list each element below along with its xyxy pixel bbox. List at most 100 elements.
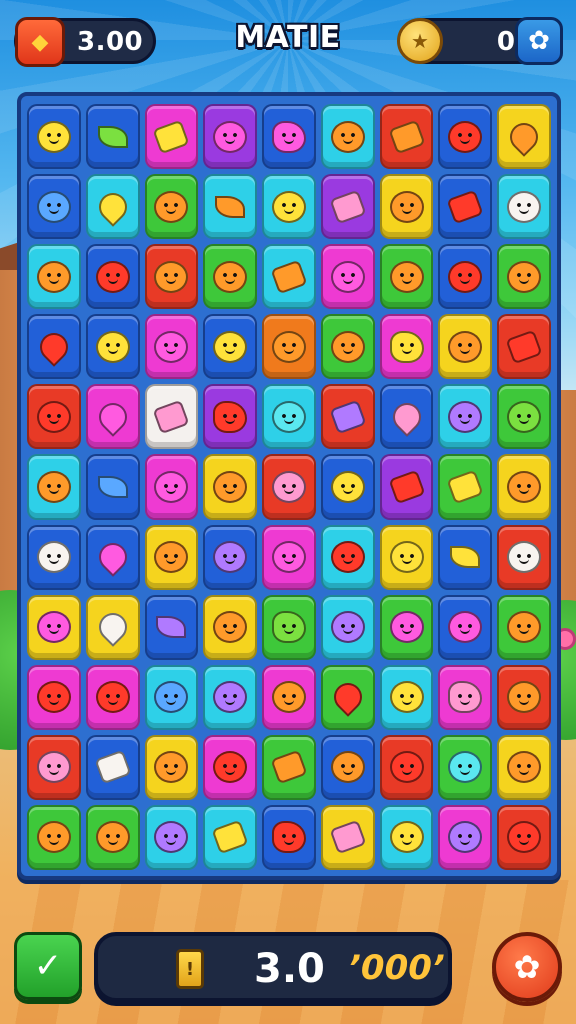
- board-tile[interactable]: [438, 594, 493, 660]
- board-tile[interactable]: [497, 384, 551, 450]
- board-tile[interactable]: [379, 244, 434, 310]
- board-tile[interactable]: [85, 244, 140, 310]
- board-tile[interactable]: [320, 314, 375, 380]
- board-tile[interactable]: [438, 174, 493, 240]
- board-tile[interactable]: [497, 524, 551, 590]
- board-tile[interactable]: [27, 244, 81, 310]
- board-tile[interactable]: [438, 804, 493, 870]
- board-tile[interactable]: [262, 804, 316, 870]
- board-tile[interactable]: [320, 384, 375, 450]
- board-tile[interactable]: [497, 664, 551, 730]
- board-tile[interactable]: [85, 314, 140, 380]
- board-tile[interactable]: [144, 804, 199, 870]
- board-tile[interactable]: [497, 314, 551, 380]
- board-tile[interactable]: [262, 104, 316, 170]
- board-tile[interactable]: [320, 524, 375, 590]
- board-tile[interactable]: [262, 244, 316, 310]
- board-tile[interactable]: [497, 104, 551, 170]
- board-tile[interactable]: [379, 384, 434, 450]
- board-tile[interactable]: [203, 804, 258, 870]
- board-tile[interactable]: [203, 454, 258, 520]
- board-tile[interactable]: [262, 664, 316, 730]
- board-tile[interactable]: [27, 174, 81, 240]
- board-tile[interactable]: [85, 174, 140, 240]
- board-tile[interactable]: [379, 664, 434, 730]
- board-tile[interactable]: [262, 174, 316, 240]
- board-tile[interactable]: [144, 104, 199, 170]
- board-tile[interactable]: [203, 104, 258, 170]
- board-tile[interactable]: [203, 594, 258, 660]
- board-tile[interactable]: [262, 454, 316, 520]
- board-tile[interactable]: [438, 104, 493, 170]
- board-tile[interactable]: [497, 594, 551, 660]
- board-tile[interactable]: [27, 664, 81, 730]
- hammer-button[interactable]: ✓: [14, 932, 82, 1000]
- board-tile[interactable]: [320, 174, 375, 240]
- board-tile[interactable]: [27, 804, 81, 870]
- board-tile[interactable]: [144, 174, 199, 240]
- board-tile[interactable]: [497, 244, 551, 310]
- menu-button[interactable]: ✿: [492, 932, 562, 1002]
- board-tile[interactable]: [144, 384, 199, 450]
- board-tile[interactable]: [438, 734, 493, 800]
- board-tile[interactable]: [203, 244, 258, 310]
- board-tile[interactable]: [144, 734, 199, 800]
- board-tile[interactable]: [379, 734, 434, 800]
- board-tile[interactable]: [144, 454, 199, 520]
- board-tile[interactable]: [27, 104, 81, 170]
- board-tile[interactable]: [320, 664, 375, 730]
- board-tile[interactable]: [144, 524, 199, 590]
- board-tile[interactable]: [379, 594, 434, 660]
- board-tile[interactable]: [438, 454, 493, 520]
- board-tile[interactable]: [144, 664, 199, 730]
- board-tile[interactable]: [379, 104, 434, 170]
- board-tile[interactable]: [379, 454, 434, 520]
- board-tile[interactable]: [379, 524, 434, 590]
- board-tile[interactable]: [262, 314, 316, 380]
- board-tile[interactable]: [203, 734, 258, 800]
- board-tile[interactable]: [27, 524, 81, 590]
- board-tile[interactable]: [85, 734, 140, 800]
- board-tile[interactable]: [320, 734, 375, 800]
- board-tile[interactable]: [320, 244, 375, 310]
- board-tile[interactable]: [27, 384, 81, 450]
- board-tile[interactable]: [320, 104, 375, 170]
- board-tile[interactable]: [497, 804, 551, 870]
- board-tile[interactable]: [497, 454, 551, 520]
- board-tile[interactable]: [438, 384, 493, 450]
- board-tile[interactable]: [320, 454, 375, 520]
- board-tile[interactable]: [27, 454, 81, 520]
- board-tile[interactable]: [497, 174, 551, 240]
- board-tile[interactable]: [203, 314, 258, 380]
- board-tile[interactable]: [262, 524, 316, 590]
- board-tile[interactable]: [438, 314, 493, 380]
- board-tile[interactable]: [262, 384, 316, 450]
- board-tile[interactable]: [379, 314, 434, 380]
- board-tile[interactable]: [203, 174, 258, 240]
- board-tile[interactable]: [85, 594, 140, 660]
- settings-button[interactable]: ✿: [515, 17, 563, 65]
- board-tile[interactable]: [438, 524, 493, 590]
- board-tile[interactable]: [379, 804, 434, 870]
- board-tile[interactable]: [203, 664, 258, 730]
- board-tile[interactable]: [27, 734, 81, 800]
- board-tile[interactable]: [27, 314, 81, 380]
- board-tile[interactable]: [262, 734, 316, 800]
- board-tile[interactable]: [438, 244, 493, 310]
- board-tile[interactable]: [438, 664, 493, 730]
- board-tile[interactable]: [379, 174, 434, 240]
- board-tile[interactable]: [320, 804, 375, 870]
- board-tile[interactable]: [320, 594, 375, 660]
- board-tile[interactable]: [497, 734, 551, 800]
- board-tile[interactable]: [144, 314, 199, 380]
- board-tile[interactable]: [144, 594, 199, 660]
- board-tile[interactable]: [262, 594, 316, 660]
- board-tile[interactable]: [85, 524, 140, 590]
- board-tile[interactable]: [27, 594, 81, 660]
- board-tile[interactable]: [203, 384, 258, 450]
- board-tile[interactable]: [85, 384, 140, 450]
- board-tile[interactable]: [85, 804, 140, 870]
- board-tile[interactable]: [85, 104, 140, 170]
- board-tile[interactable]: [203, 524, 258, 590]
- board-tile[interactable]: [144, 244, 199, 310]
